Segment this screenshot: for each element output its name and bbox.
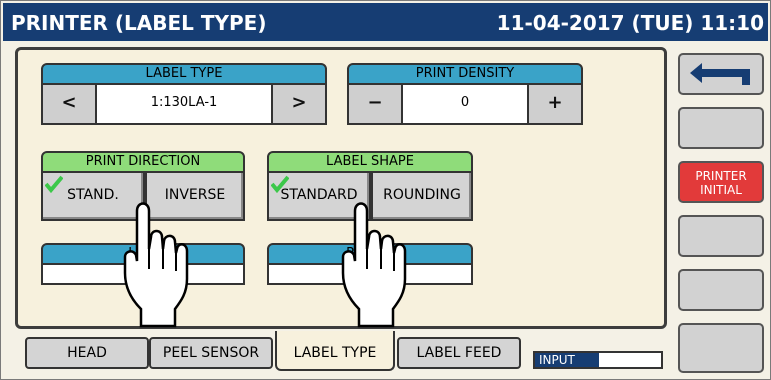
side-button-4[interactable] bbox=[678, 215, 764, 257]
side-button-5[interactable] bbox=[678, 269, 764, 311]
input-label: INPUT bbox=[535, 353, 599, 367]
side-button-6[interactable] bbox=[678, 323, 764, 373]
check-icon bbox=[45, 175, 63, 193]
tab-label-feed[interactable]: LABEL FEED bbox=[397, 337, 521, 369]
print-direction-header: PRINT DIRECTION bbox=[41, 151, 245, 173]
title-bar: PRINTER (LABEL TYPE) 11-04-2017 (TUE) 11… bbox=[3, 3, 768, 41]
hand-pointer-icon bbox=[123, 202, 189, 328]
label-type-value: 1:130LA-1 bbox=[97, 85, 271, 123]
back-button[interactable] bbox=[678, 53, 764, 95]
label-type-stepper: < 1:130LA-1 > bbox=[41, 85, 327, 125]
tab-label-type[interactable]: LABEL TYPE bbox=[275, 331, 395, 371]
tab-peel-sensor[interactable]: PEEL SENSOR bbox=[149, 337, 273, 369]
print-density-header: PRINT DENSITY bbox=[347, 63, 583, 85]
label-type-group: LABEL TYPE < 1:130LA-1 > bbox=[41, 63, 327, 125]
printer-initial-button[interactable]: PRINTER INITIAL bbox=[678, 161, 764, 203]
label-type-header: LABEL TYPE bbox=[41, 63, 327, 85]
hand-pointer-icon bbox=[341, 202, 407, 328]
print-density-plus-button[interactable]: + bbox=[527, 85, 581, 123]
tab-head[interactable]: HEAD bbox=[25, 337, 149, 369]
side-button-2[interactable] bbox=[678, 107, 764, 149]
return-arrow-icon bbox=[690, 63, 750, 85]
screen: PRINTER (LABEL TYPE) 11-04-2017 (TUE) 11… bbox=[0, 0, 771, 380]
print-density-stepper: − 0 + bbox=[347, 85, 583, 125]
screen-title: PRINTER (LABEL TYPE) bbox=[11, 11, 267, 35]
direction-standard-label: STAND. bbox=[67, 187, 119, 203]
label-type-next-button[interactable]: > bbox=[271, 85, 325, 123]
check-icon bbox=[271, 175, 289, 193]
label-shape-header: LABEL SHAPE bbox=[267, 151, 473, 173]
label-type-prev-button[interactable]: < bbox=[43, 85, 97, 123]
input-indicator: INPUT bbox=[533, 351, 663, 369]
print-density-minus-button[interactable]: − bbox=[349, 85, 403, 123]
print-density-group: PRINT DENSITY − 0 + bbox=[347, 63, 583, 125]
date-time: 11-04-2017 (TUE) 11:10 bbox=[496, 11, 764, 35]
print-density-value: 0 bbox=[403, 85, 527, 123]
